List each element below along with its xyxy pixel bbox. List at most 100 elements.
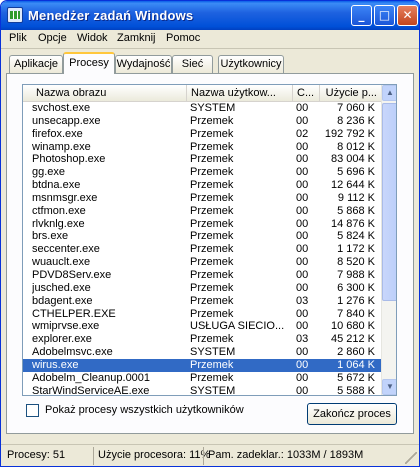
process-list[interactable]: Nazwa obrazu Nazwa użytkow... C... Użyci… — [22, 84, 397, 396]
process-memory: 1 064 K — [337, 358, 375, 371]
process-cpu: 00 — [296, 358, 309, 371]
scroll-thumb[interactable] — [382, 103, 396, 301]
minimize-button[interactable]: _ — [351, 5, 372, 26]
close-button[interactable]: ✕ — [397, 5, 418, 26]
menu-bar: Plik Opcje Widok Zamknij Pomoc — [1, 30, 419, 49]
status-bar: Procesy: 51 Użycie procesora: 11% Pam. z… — [1, 444, 419, 466]
status-memory: Pam. zadeklar.: 1033M / 1893M — [203, 447, 403, 465]
menu-plik[interactable]: Plik — [9, 32, 27, 44]
menu-zamknij[interactable]: Zamknij — [117, 32, 156, 44]
tab-aplikacje[interactable]: Aplikacje — [9, 55, 63, 73]
process-name: svchost.exe — [32, 102, 91, 114]
table-row[interactable]: wirus.exe Przemek 00 1 064 K — [23, 358, 381, 372]
status-cpu: Użycie procesora: 11% — [93, 447, 210, 465]
process-cpu: 00 — [296, 384, 309, 396]
column-user-name[interactable]: Nazwa użytkow... — [187, 85, 293, 101]
tab-siec[interactable]: Sieć — [172, 55, 213, 73]
process-name: jusched.exe — [32, 281, 91, 294]
process-user: SYSTEM — [190, 346, 236, 359]
close-icon: ✕ — [402, 8, 413, 22]
process-name: seccenter.exe — [32, 243, 100, 256]
process-memory: 5 824 K — [337, 230, 375, 243]
process-name: msnmsgr.exe — [32, 191, 98, 204]
title-bar[interactable]: Menedżer zadań Windows _ □ ✕ — [1, 1, 419, 30]
process-memory: 7 988 K — [337, 268, 375, 281]
process-name: PDVD8Serv.exe — [32, 268, 112, 281]
process-user: Przemek — [190, 217, 234, 230]
process-cpu: 00 — [296, 243, 309, 256]
process-name: firefox.exe — [32, 127, 83, 140]
process-user: Przemek — [190, 371, 234, 384]
table-row[interactable]: ctfmon.exe Przemek 00 5 868 K — [23, 205, 381, 218]
table-row[interactable]: firefox.exe Przemek 02 192 792 K — [23, 128, 381, 141]
process-memory: 8 236 K — [337, 114, 375, 127]
table-row[interactable]: wuauclt.exe Przemek 00 8 520 K — [23, 256, 381, 269]
table-row[interactable]: Adobelm_Cleanup.0001 Przemek 00 5 672 K — [23, 372, 381, 385]
process-name: gg.exe — [32, 166, 66, 179]
process-memory: 8 520 K — [337, 256, 375, 269]
process-name: Photoshop.exe — [32, 153, 106, 166]
scroll-down-icon[interactable]: ▼ — [382, 379, 396, 395]
process-cpu: 00 — [296, 320, 309, 333]
tab-uzytkownicy[interactable]: Użytkownicy — [218, 55, 284, 73]
process-cpu: 00 — [296, 268, 309, 281]
vertical-scrollbar[interactable]: ▲ ▼ — [381, 85, 396, 395]
table-row[interactable]: StarWindServiceAE.exe SYSTEM 00 5 588 K — [23, 384, 381, 396]
process-cpu: 00 — [296, 371, 309, 384]
tab-procesy[interactable]: Procesy — [63, 52, 115, 74]
table-row[interactable]: msnmsgr.exe Przemek 00 9 112 K — [23, 192, 381, 205]
table-row[interactable]: CTHELPER.EXE Przemek 00 7 840 K — [23, 308, 381, 321]
process-memory: 6 300 K — [337, 281, 375, 294]
process-cpu: 00 — [296, 204, 309, 217]
column-cpu[interactable]: C... — [293, 85, 320, 101]
table-row[interactable]: rlvknlg.exe Przemek 00 14 876 K — [23, 218, 381, 231]
process-name: wirus.exe — [32, 358, 79, 371]
process-user: Przemek — [190, 333, 234, 346]
column-image-name[interactable]: Nazwa obrazu — [23, 85, 187, 101]
table-row[interactable]: btdna.exe Przemek 00 12 644 K — [23, 179, 381, 192]
process-user: Przemek — [190, 179, 234, 192]
process-name: btdna.exe — [32, 179, 81, 192]
table-row[interactable]: winamp.exe Przemek 00 8 012 K — [23, 141, 381, 154]
process-cpu: 00 — [296, 307, 309, 320]
table-row[interactable]: seccenter.exe Przemek 00 1 172 K — [23, 243, 381, 256]
process-memory: 192 792 K — [324, 127, 375, 140]
minimize-icon: _ — [358, 8, 365, 22]
resize-grip-icon[interactable] — [405, 452, 417, 464]
process-user: Przemek — [190, 281, 234, 294]
tab-strip: Aplikacje Procesy Wydajność Sieć Użytkow… — [6, 52, 414, 74]
table-row[interactable]: wmiprvse.exe USŁUGA SIECIO... 00 10 680 K — [23, 320, 381, 333]
table-row[interactable]: unsecapp.exe Przemek 00 8 236 K — [23, 115, 381, 128]
process-memory: 1 276 K — [337, 294, 375, 307]
process-memory: 7 060 K — [337, 102, 375, 114]
column-memory[interactable]: Użycie p... — [320, 85, 381, 101]
process-user: Przemek — [190, 230, 234, 243]
end-process-button[interactable]: Zakończ proces — [307, 403, 397, 425]
process-cpu: 00 — [296, 102, 309, 114]
table-row[interactable]: Photoshop.exe Przemek 00 83 004 K — [23, 153, 381, 166]
menu-widok[interactable]: Widok — [77, 32, 108, 44]
table-row[interactable]: gg.exe Przemek 00 5 696 K — [23, 166, 381, 179]
show-all-processes-checkbox[interactable] — [26, 404, 39, 417]
table-row[interactable]: explorer.exe Przemek 03 45 212 K — [23, 333, 381, 346]
process-memory: 83 004 K — [330, 153, 375, 166]
table-row[interactable]: svchost.exe SYSTEM 00 7 060 K — [23, 102, 381, 115]
scroll-up-icon[interactable]: ▲ — [382, 85, 396, 101]
table-row[interactable]: jusched.exe Przemek 00 6 300 K — [23, 282, 381, 295]
process-user: SYSTEM — [190, 102, 236, 114]
process-user: SYSTEM — [190, 384, 236, 396]
process-memory: 1 172 K — [337, 243, 375, 256]
process-name: unsecapp.exe — [32, 114, 101, 127]
table-row[interactable]: Adobelmsvc.exe SYSTEM 00 2 860 K — [23, 346, 381, 359]
maximize-button[interactable]: □ — [374, 5, 395, 26]
tab-wydajnosc[interactable]: Wydajność — [115, 55, 172, 73]
process-name: winamp.exe — [32, 140, 91, 153]
menu-opcje[interactable]: Opcje — [38, 32, 67, 44]
show-all-processes-label[interactable]: Pokaż procesy wszystkich użytkowników — [45, 404, 244, 416]
menu-pomoc[interactable]: Pomoc — [166, 32, 200, 44]
table-row[interactable]: brs.exe Przemek 00 5 824 K — [23, 230, 381, 243]
process-list-header: Nazwa obrazu Nazwa użytkow... C... Użyci… — [23, 85, 381, 102]
table-row[interactable]: PDVD8Serv.exe Przemek 00 7 988 K — [23, 269, 381, 282]
process-user: Przemek — [190, 294, 234, 307]
table-row[interactable]: bdagent.exe Przemek 03 1 276 K — [23, 295, 381, 308]
